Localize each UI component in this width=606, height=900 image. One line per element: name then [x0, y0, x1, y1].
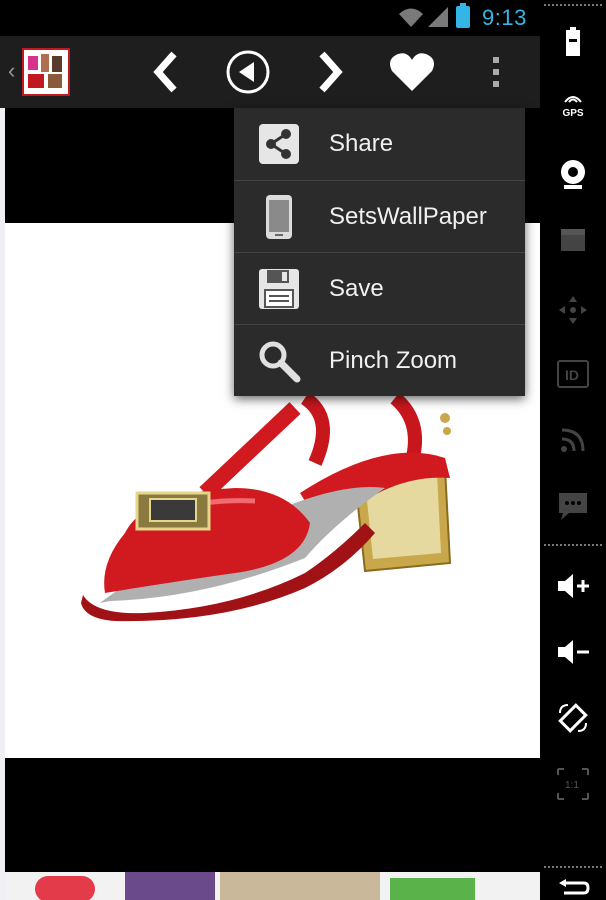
play-button[interactable] [224, 48, 272, 96]
menu-item-save[interactable]: Save [234, 253, 525, 325]
battery-icon [456, 3, 470, 28]
menu-item-share[interactable]: Share [234, 108, 525, 180]
gps-label: GPS [562, 108, 584, 119]
gps-icon[interactable] [540, 86, 606, 110]
heart-icon [390, 53, 434, 91]
rss-icon[interactable] [540, 418, 606, 462]
status-time: 9:13 [482, 5, 527, 30]
overflow-menu-button[interactable] [472, 48, 520, 96]
sms-icon[interactable] [540, 484, 606, 528]
favorite-button[interactable] [388, 48, 436, 96]
content-background-lower [5, 758, 540, 872]
menu-item-label: Save [329, 275, 384, 302]
menu-item-label: SetsWallPaper [329, 203, 487, 230]
clapper-icon[interactable] [540, 218, 606, 262]
play-circle-icon [226, 50, 270, 94]
svg-text:ID: ID [565, 367, 579, 383]
app-logo[interactable] [22, 48, 70, 96]
shoes-logo-icon [28, 54, 62, 88]
signal-icon [428, 7, 448, 27]
dpad-icon[interactable] [540, 288, 606, 332]
volume-up-icon[interactable] [540, 564, 606, 608]
floppy-disk-icon [256, 266, 302, 312]
chevron-left-icon [153, 51, 177, 93]
menu-item-label: Share [329, 130, 394, 157]
divider [544, 544, 602, 546]
webcam-icon[interactable] [540, 152, 606, 196]
back-icon[interactable] [540, 878, 606, 900]
more-vertical-icon [493, 57, 499, 87]
scale-icon[interactable]: 1:1 [540, 762, 606, 806]
ad-thumbnails [35, 872, 475, 900]
share-icon [256, 121, 302, 167]
action-bar: ‹ [0, 36, 540, 108]
wifi-icon [399, 8, 423, 27]
volume-down-icon[interactable] [540, 630, 606, 674]
status-bar: 9:13 [0, 0, 540, 36]
rotate-icon[interactable] [540, 696, 606, 740]
svg-text:1:1: 1:1 [565, 780, 579, 791]
id-icon[interactable]: ID [540, 352, 606, 396]
divider [544, 4, 602, 6]
menu-item-label: Pinch Zoom [329, 347, 458, 374]
ad-banner[interactable] [5, 872, 540, 900]
emulator-side-panel: GPS ID 1:1 [540, 0, 606, 900]
overflow-menu: Share SetsWallPaper Save Pinch Zoom [234, 108, 525, 396]
previous-button[interactable] [142, 48, 190, 96]
up-navigation-icon[interactable]: ‹ [8, 58, 15, 84]
next-button[interactable] [306, 48, 354, 96]
menu-item-set-wallpaper[interactable]: SetsWallPaper [234, 181, 525, 253]
magnifier-icon [256, 338, 302, 384]
phone-icon [256, 194, 302, 240]
chevron-right-icon [319, 51, 343, 93]
menu-item-pinch-zoom[interactable]: Pinch Zoom [234, 325, 525, 397]
battery-icon[interactable] [540, 20, 606, 64]
divider [544, 866, 602, 868]
